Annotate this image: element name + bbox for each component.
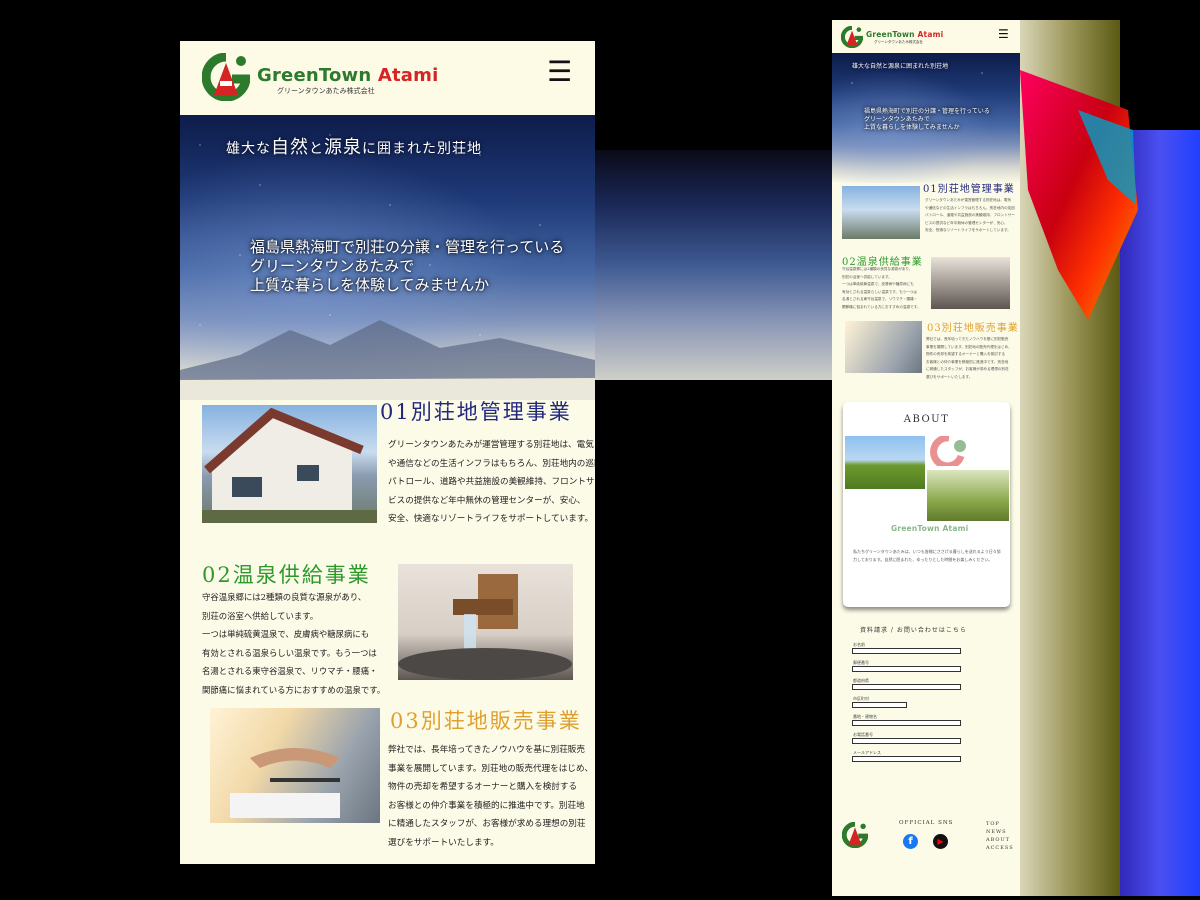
- hamburger-icon[interactable]: ☰: [998, 27, 1009, 41]
- about-card: ABOUT GreenTown Atami 私たちグリーンタウンあたみは、いつも…: [843, 402, 1010, 607]
- greentown-logo-icon: [930, 436, 966, 466]
- desktop-page-preview: GreenTown Atami グリーンタウンあたみ株式会社 ☰ 雄大な自然と源…: [832, 20, 1020, 896]
- horse-on-meadow-photo: [927, 470, 1009, 521]
- footer-nav-access[interactable]: ACCESS: [986, 844, 1014, 852]
- greentown-logo-icon[interactable]: [842, 822, 868, 848]
- address-input[interactable]: [852, 720, 961, 726]
- villa-house-photo: [842, 186, 920, 239]
- footer-nav-top[interactable]: TOP: [986, 820, 1014, 828]
- hero-title-small: 雄大な自然と源泉に囲まれた別荘地: [852, 63, 949, 70]
- sns-label: OFFICIAL SNS: [899, 820, 954, 826]
- hero-banner-small: 雄大な自然と源泉に囲まれた別荘地 福島県熱海町で別荘の分譲・管理を行っている グリ…: [832, 53, 1020, 183]
- greentown-logo-icon[interactable]: [202, 53, 250, 101]
- contact-heading: 資料請求 / お問い合わせはこちら: [860, 627, 967, 634]
- handshake-photo: [210, 708, 380, 823]
- footer-nav-news[interactable]: NEWS: [986, 828, 1014, 836]
- service-title-sales-small: 03別荘地販売事業: [927, 323, 1019, 334]
- zip-input[interactable]: [852, 666, 961, 672]
- about-body: 私たちグリーンタウンあたみは、いつも皆様にささげる暮らしを送れるよう日々努力して…: [853, 549, 1001, 562]
- site-header: GreenTown Atami グリーンタウンあたみ株式会社 ☰: [180, 41, 595, 115]
- email-input[interactable]: [852, 756, 961, 762]
- hero-title: 雄大な自然と源泉に囲まれた別荘地: [226, 137, 482, 158]
- prefecture-input[interactable]: [852, 684, 961, 690]
- site-header-small: GreenTown Atami グリーンタウンあたみ株式会社 ☰: [832, 20, 1020, 53]
- hero-lead-small: 福島県熱海町で別荘の分譲・管理を行っている グリーンタウンあたみで 上質な暮らしを体…: [864, 108, 990, 131]
- handshake-photo: [845, 321, 922, 373]
- villa-house-photo: [202, 405, 377, 523]
- phone-input[interactable]: [852, 738, 961, 744]
- service-title-hotspring: 02温泉供給事業: [202, 563, 371, 587]
- about-heading: ABOUT: [903, 414, 950, 425]
- mobile-page-preview: GreenTown Atami グリーンタウンあたみ株式会社 ☰ 雄大な自然と源…: [180, 41, 595, 864]
- service-body-hotspring: 守谷温泉郷には2種類の良質な源泉があり、 別荘の浴室へ供給しています。 一つは単純硫…: [202, 592, 386, 695]
- footer-nav-about[interactable]: ABOUT: [986, 836, 1014, 844]
- hero-lead: 福島県熱海町で別荘の分譲・管理を行っている グリーンタウンあたみで 上質な暮らしを体…: [250, 238, 565, 294]
- mountain-silhouette: [180, 320, 595, 400]
- hero-banner: 雄大な自然と源泉に囲まれた別荘地 福島県熱海町で別荘の分譲・管理を行っている グリ…: [180, 115, 595, 400]
- city-input[interactable]: [852, 702, 907, 708]
- service-body-sales: 弊社では、長年培ってきたノウハウを基に別荘販売 事業を展開しています。別荘地の販売…: [388, 745, 594, 848]
- about-brand-name: GreenTown Atami: [891, 524, 969, 533]
- brand-name-small: GreenTown Atami: [866, 30, 944, 39]
- hot-spring-spout-photo: [398, 564, 573, 680]
- facebook-icon[interactable]: f: [903, 834, 918, 849]
- footer-nav: TOP NEWS ABOUT ACCESS: [986, 820, 1014, 852]
- name-input[interactable]: [852, 648, 961, 654]
- service-title-management-small: 01別荘地管理事業: [923, 184, 1015, 195]
- brand-sub-small: グリーンタウンあたみ株式会社: [874, 40, 923, 44]
- service-body-management-small: グリーンタウンあたみが運営管理する別荘地は、電気 や通信などの生活インフラはもちろ…: [925, 198, 1015, 232]
- hot-spring-spout-photo: [931, 257, 1010, 309]
- green-field-photo: [845, 436, 925, 489]
- gradient-ribbon: [1020, 70, 1138, 320]
- service-body-hotspring-small: 守谷温泉郷には2種類の良質な源泉があり、 別荘の浴室へ供給しています。 一つは単純硫…: [842, 267, 921, 309]
- service-body-sales-small: 弊社では、長年培ってきたノウハウを基に別荘販売 事業を展開しています。別荘地の販売…: [926, 337, 1012, 379]
- youtube-icon[interactable]: ▶: [933, 834, 948, 849]
- brand-name: GreenTown Atami: [257, 65, 439, 86]
- hamburger-icon[interactable]: ☰: [547, 55, 572, 88]
- service-body-management: グリーンタウンあたみが運営管理する別荘地は、電気 や通信などの生活インフラはもちろ…: [388, 440, 595, 524]
- greentown-logo-icon[interactable]: [841, 26, 863, 48]
- hero-overflow-strip: [595, 150, 832, 380]
- brand-sub: グリーンタウンあたみ株式会社: [277, 87, 375, 95]
- service-title-management: 01別荘地管理事業: [380, 400, 572, 424]
- service-title-sales: 03別荘地販売事業: [390, 709, 582, 733]
